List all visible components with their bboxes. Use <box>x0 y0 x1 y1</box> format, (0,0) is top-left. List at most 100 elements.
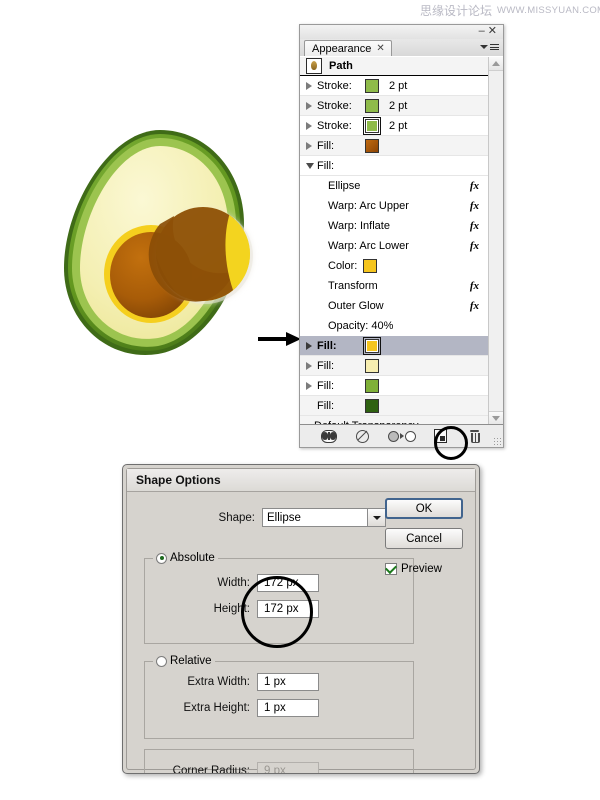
stroke-color-swatch[interactable] <box>363 116 381 135</box>
avocado-illustration <box>48 124 278 374</box>
width-label: Width: <box>217 577 250 589</box>
fx-icon[interactable]: fx <box>470 280 479 292</box>
appearance-row-fill-cream[interactable]: Fill: <box>300 356 489 376</box>
scroll-down-arrow-icon[interactable] <box>489 411 503 425</box>
appearance-row-fill-expanded[interactable]: Fill: <box>300 156 489 176</box>
row-label: Fill: <box>317 159 335 172</box>
disclosure-triangle-icon[interactable] <box>306 381 312 390</box>
width-row: Width: 172 px <box>145 574 413 592</box>
fx-icon[interactable]: fx <box>470 300 479 312</box>
appearance-header-path[interactable]: Path <box>300 57 489 76</box>
reduce-to-basic-appearance-icon[interactable] <box>387 429 416 443</box>
cancel-label: Cancel <box>406 532 442 545</box>
disclosure-triangle-icon[interactable] <box>306 81 312 90</box>
avocado-svg <box>64 130 253 355</box>
opacity-pill-icon[interactable] <box>320 429 337 443</box>
fill-color-swatch[interactable] <box>365 138 379 153</box>
corner-radius-group: Corner Radius: 9 px <box>144 749 414 773</box>
cancel-button[interactable]: Cancel <box>385 528 463 549</box>
row-label: Fill: <box>317 139 335 152</box>
panel-window-buttons[interactable]: –✕ <box>479 25 500 37</box>
relative-group: Relative Extra Width: 1 px Extra Height:… <box>144 655 414 739</box>
effect-label: Outer Glow <box>328 300 384 312</box>
delete-selected-item-icon[interactable] <box>467 429 483 443</box>
effect-row-opacity[interactable]: Opacity: 40% <box>300 316 489 336</box>
effect-row-color[interactable]: Color: <box>300 256 489 276</box>
panel-minimize-icon[interactable]: – <box>479 25 488 37</box>
appearance-row-fill-brown[interactable]: Fill: <box>300 136 489 156</box>
appearance-row-fill-selected[interactable]: Fill: <box>300 336 489 356</box>
dialog-title-label: Shape Options <box>136 473 221 487</box>
appearance-rowlist[interactable]: Path Stroke: 2 pt Stroke: 2 pt Stroke: 2… <box>300 57 489 425</box>
effect-row-outer-glow[interactable]: Outer Glow fx <box>300 296 489 316</box>
effect-row-transform[interactable]: Transform fx <box>300 276 489 296</box>
relative-label: Relative <box>170 655 212 667</box>
appearance-row-fill-green[interactable]: Fill: <box>300 376 489 396</box>
effect-row-ellipse[interactable]: Ellipse fx <box>300 176 489 196</box>
clear-appearance-icon[interactable] <box>355 429 371 443</box>
disclosure-triangle-icon[interactable] <box>306 361 312 370</box>
appearance-row-stroke-3[interactable]: Stroke: 2 pt <box>300 116 489 136</box>
stroke-color-swatch[interactable] <box>365 78 379 93</box>
relative-legend[interactable]: Relative <box>153 655 215 667</box>
extra-width-label: Extra Width: <box>187 676 250 688</box>
disclosure-triangle-icon[interactable] <box>306 141 312 150</box>
effect-color-swatch[interactable] <box>363 259 378 273</box>
absolute-legend[interactable]: Absolute <box>153 552 218 564</box>
effect-row-warp-arc-upper[interactable]: Warp: Arc Upper fx <box>300 196 489 216</box>
fx-icon[interactable]: fx <box>470 220 479 232</box>
dialog-body: Shape: Ellipse Absolute Width: 172 px He… <box>127 492 475 773</box>
row-label: Stroke: <box>317 119 352 132</box>
width-input[interactable]: 172 px <box>257 574 319 592</box>
absolute-label: Absolute <box>170 552 215 564</box>
shape-options-dialog[interactable]: Shape Options Shape: Ellipse Absolute Wi… <box>122 464 480 774</box>
extra-width-input[interactable]: 1 px <box>257 673 319 691</box>
fx-icon[interactable]: fx <box>470 180 479 192</box>
row-label: Fill: <box>317 379 335 392</box>
effect-row-warp-arc-lower[interactable]: Warp: Arc Lower fx <box>300 236 489 256</box>
fill-color-swatch[interactable] <box>365 398 379 413</box>
appearance-panel-toolbar[interactable] <box>300 424 503 447</box>
disclosure-triangle-open-icon[interactable] <box>306 162 314 169</box>
preview-row[interactable]: Preview <box>385 563 442 575</box>
row-label: Fill: <box>317 359 335 372</box>
tab-appearance[interactable]: Appearance ✕ <box>304 40 392 56</box>
relative-radio[interactable] <box>156 655 167 667</box>
effect-label: Opacity: 40% <box>328 320 394 332</box>
scroll-up-arrow-icon[interactable] <box>489 57 503 71</box>
appearance-list-body[interactable]: Path Stroke: 2 pt Stroke: 2 pt Stroke: 2… <box>300 56 503 425</box>
ok-button[interactable]: OK <box>385 498 463 519</box>
extra-height-input[interactable]: 1 px <box>257 699 319 717</box>
appearance-row-stroke-2[interactable]: Stroke: 2 pt <box>300 96 489 116</box>
appearance-row-stroke-1[interactable]: Stroke: 2 pt <box>300 76 489 96</box>
duplicate-selected-item-icon[interactable] <box>433 429 449 443</box>
row-label: Fill: <box>317 399 335 412</box>
panel-vertical-scrollbar[interactable] <box>488 57 503 425</box>
effect-label: Color: <box>328 260 358 272</box>
disclosure-triangle-icon[interactable] <box>306 101 312 110</box>
chevron-down-icon <box>480 45 488 49</box>
preview-checkbox[interactable] <box>385 563 397 575</box>
disclosure-triangle-icon[interactable] <box>306 121 312 130</box>
stroke-color-swatch[interactable] <box>365 98 379 113</box>
fx-icon[interactable]: fx <box>470 240 479 252</box>
height-input[interactable]: 172 px <box>257 600 319 618</box>
chevron-down-icon[interactable] <box>367 509 385 526</box>
effect-row-warp-inflate[interactable]: Warp: Inflate fx <box>300 216 489 236</box>
watermark-url-text: WWW.MISSYUAN.COM <box>497 4 600 16</box>
disclosure-triangle-icon[interactable] <box>306 341 312 350</box>
fill-color-swatch[interactable] <box>365 358 379 373</box>
absolute-radio[interactable] <box>156 552 167 564</box>
fill-color-swatch[interactable] <box>365 378 379 393</box>
panel-menu-button[interactable] <box>480 41 499 53</box>
shape-select-value: Ellipse <box>267 511 301 524</box>
fx-icon[interactable]: fx <box>470 200 479 212</box>
tab-close-icon[interactable]: ✕ <box>376 43 384 54</box>
extra-width-value: 1 px <box>264 676 286 688</box>
appearance-row-fill-dark-green[interactable]: Fill: <box>300 396 489 416</box>
panel-close-icon[interactable]: ✕ <box>488 25 500 37</box>
shape-select[interactable]: Ellipse <box>262 508 386 527</box>
appearance-panel[interactable]: –✕ Appearance ✕ Path Stroke: 2 pt Stroke… <box>299 24 504 460</box>
fill-color-swatch[interactable] <box>363 336 381 355</box>
panel-resize-grip[interactable] <box>493 437 501 445</box>
